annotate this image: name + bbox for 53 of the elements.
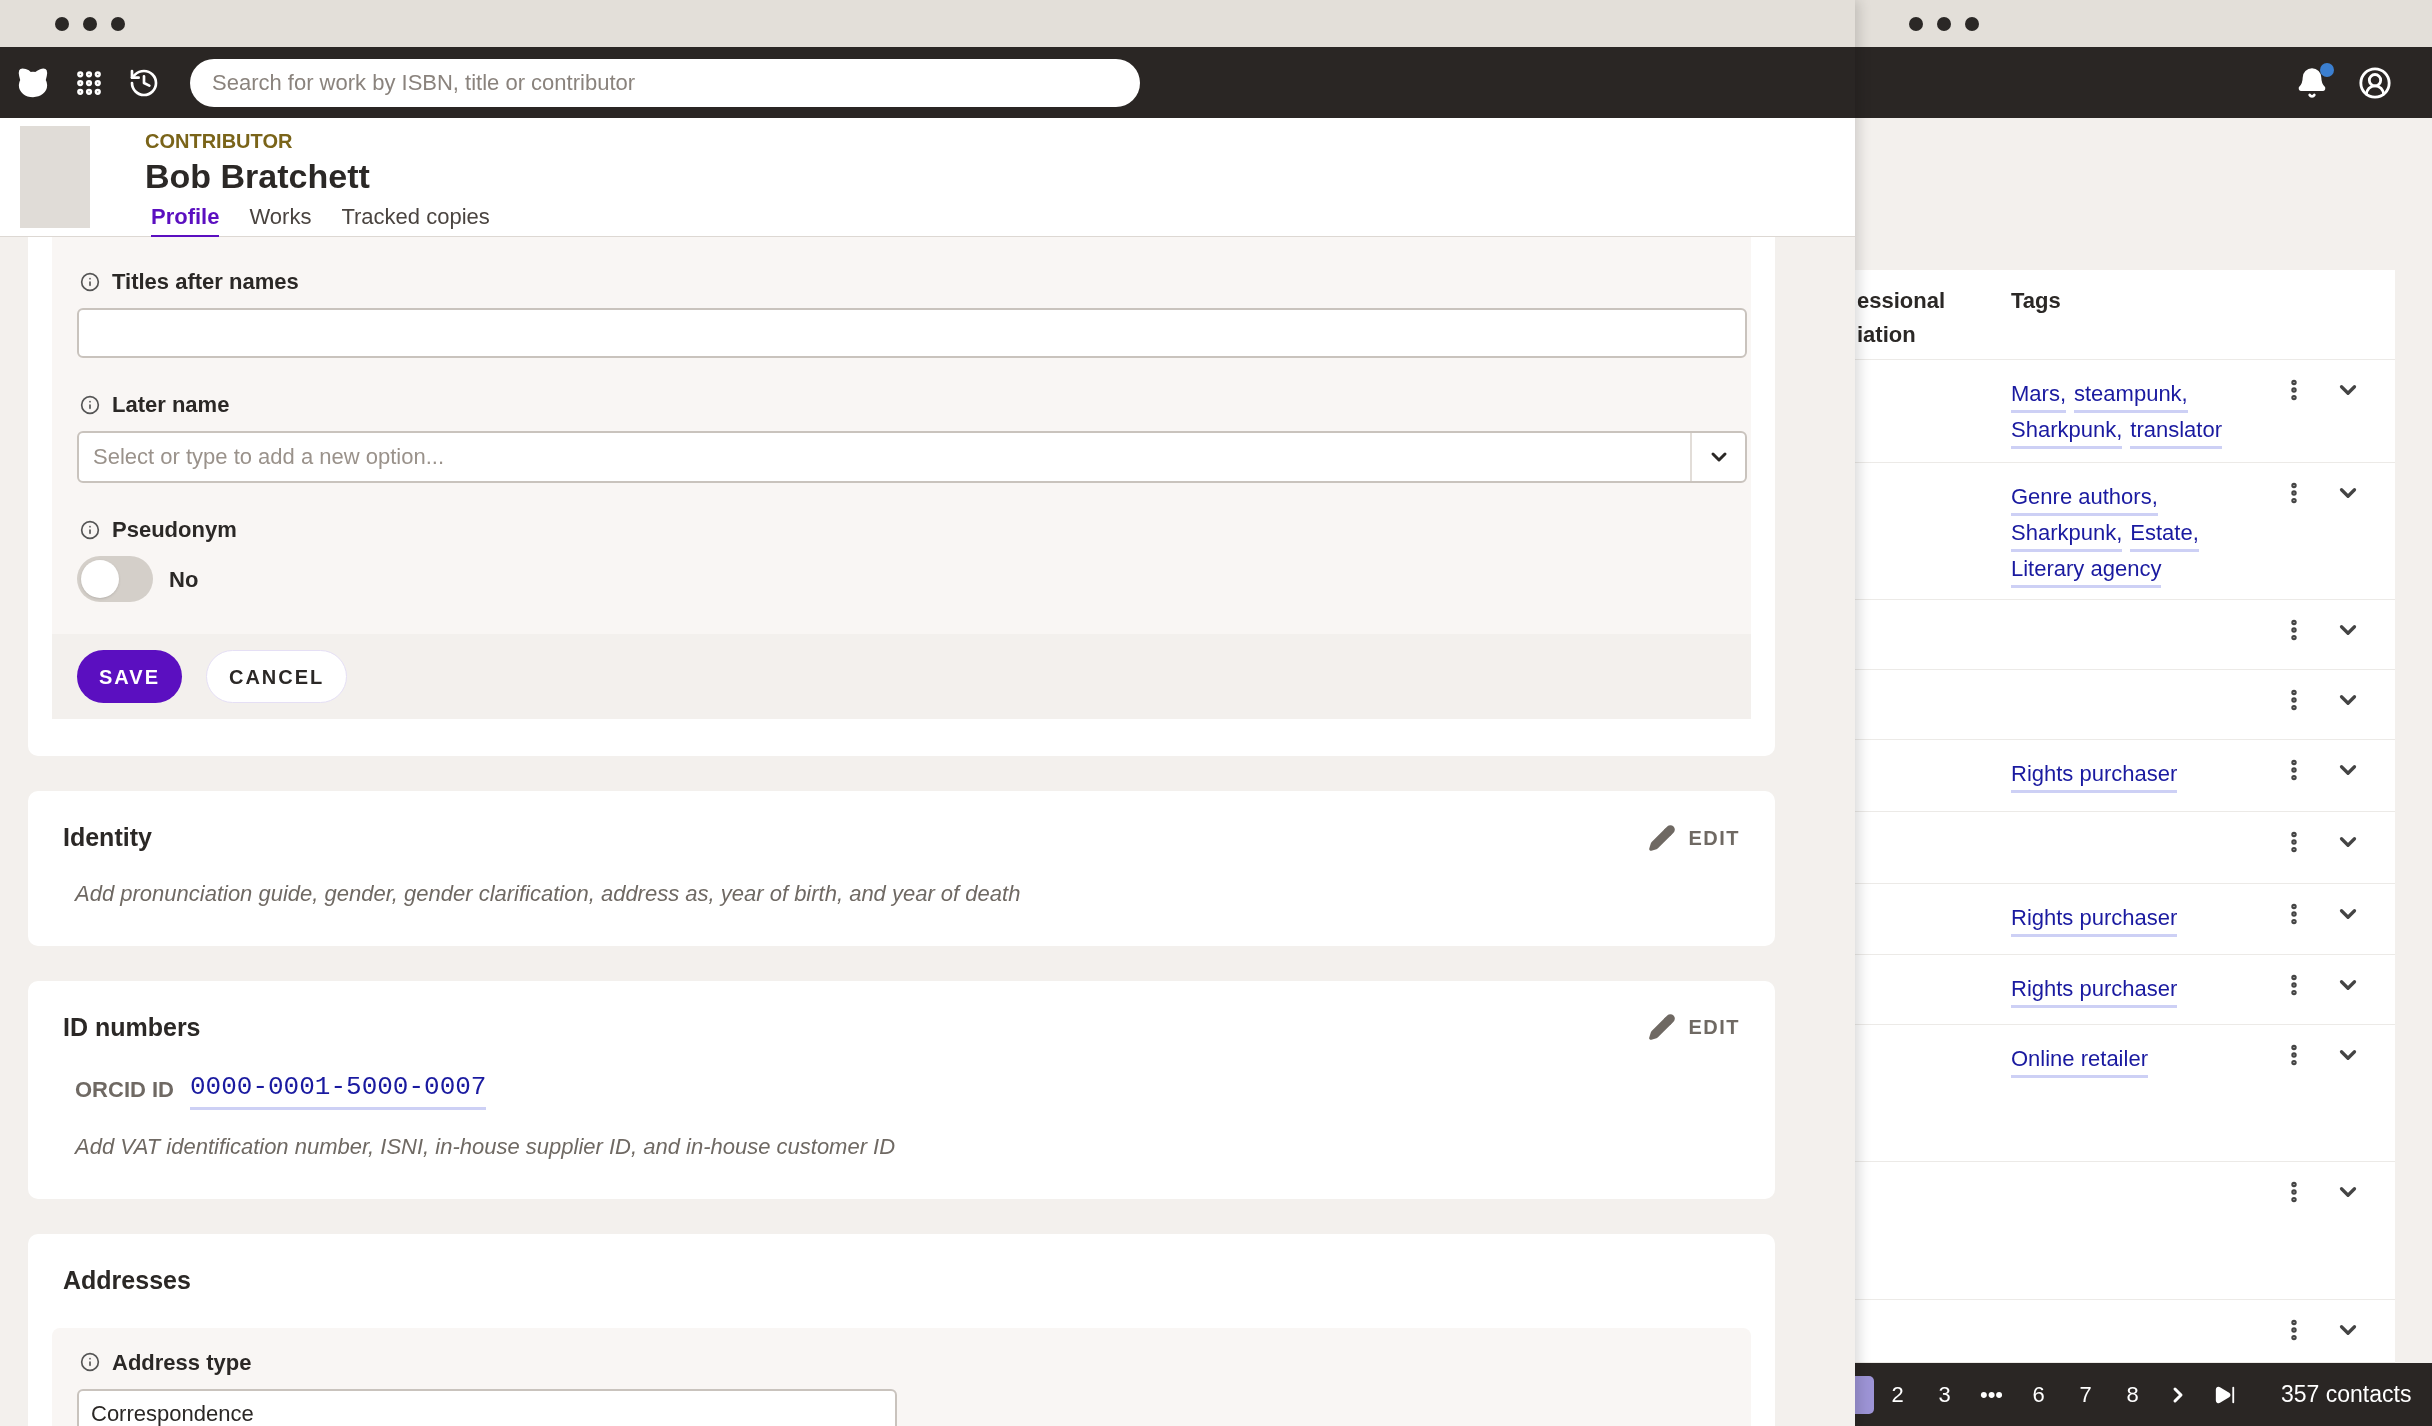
page-link[interactable]: 8 — [2109, 1378, 2156, 1411]
tab[interactable]: Tracked copies — [341, 200, 490, 239]
save-button[interactable]: SAVE — [77, 650, 182, 703]
page-link[interactable]: ••• — [1968, 1378, 2015, 1411]
edit-button[interactable]: EDIT — [1648, 822, 1740, 853]
contacts-count: 357 contacts — [2281, 1380, 2412, 1410]
tag-link[interactable]: steampunk, — [2074, 377, 2188, 413]
tag-link[interactable]: Rights purchaser — [2011, 901, 2178, 937]
info-icon[interactable] — [80, 1352, 100, 1372]
section-hint: Add pronunciation guide, gender, gender clarification, address as, year of birth, and year of death — [75, 879, 1022, 908]
column-header: essional iation — [1856, 287, 1947, 349]
field-label: Address type — [112, 1348, 252, 1377]
search-field[interactable]: Search for work by ISBN, title or contributor — [190, 58, 1140, 107]
tag-link[interactable]: Sharkpunk, — [2011, 413, 2123, 449]
field-label: Pseudonym — [112, 516, 237, 544]
tag-link[interactable]: Estate, — [2130, 516, 2199, 552]
tab[interactable]: Works — [249, 200, 312, 239]
tag-link[interactable]: Rights purchaser — [2011, 972, 2178, 1008]
toggle-switch[interactable] — [77, 556, 153, 602]
tag-link[interactable]: Genre authors, — [2011, 480, 2158, 516]
section-hint: Add VAT identification number, ISNI, in-house supplier ID, and in-house customer ID — [75, 1133, 897, 1161]
info-icon[interactable] — [80, 519, 100, 540]
contributor-name: Bob Bratchett — [145, 156, 371, 197]
info-icon[interactable] — [80, 394, 100, 415]
page-link[interactable]: 7 — [2062, 1378, 2109, 1411]
tag-link[interactable]: Sharkpunk, — [2011, 516, 2123, 552]
tag-link[interactable]: Online retailer — [2011, 1042, 2148, 1078]
page-link[interactable]: 6 — [2015, 1378, 2062, 1411]
user-account-icon[interactable] — [2358, 65, 2392, 100]
entity-kind-label: CONTRIBUTOR — [145, 129, 294, 154]
text-field[interactable]: Correspondence — [77, 1388, 897, 1426]
orcid-link[interactable]: 0000-0001-5000-0007 — [190, 1068, 487, 1110]
section-title: ID numbers — [63, 1011, 201, 1043]
info-icon[interactable] — [80, 271, 100, 292]
tag-link[interactable]: Rights purchaser — [2011, 757, 2178, 793]
page-link[interactable]: 3 — [1921, 1378, 1968, 1411]
pencil-icon — [1648, 823, 1677, 852]
tag-link[interactable]: translator — [2130, 413, 2222, 449]
edit-button[interactable]: EDIT — [1648, 1012, 1740, 1043]
field-label: Titles after names — [112, 268, 299, 296]
id-label: ORCID ID — [75, 1075, 174, 1104]
tag-link[interactable]: Mars, — [2011, 377, 2066, 413]
section-title: Addresses — [63, 1265, 191, 1296]
column-header: Tags — [2011, 287, 2061, 315]
notification-bell-icon[interactable] — [2296, 66, 2328, 99]
text-field[interactable] — [77, 308, 1747, 358]
pencil-icon — [1648, 1013, 1677, 1042]
cancel-button[interactable]: CANCEL — [206, 650, 348, 703]
tag-link[interactable]: Literary agency — [2011, 552, 2162, 588]
section-title: Identity — [63, 822, 152, 853]
page-link[interactable]: 2 — [1874, 1378, 1921, 1411]
field-label: Later name — [112, 391, 230, 419]
toggle-state-label: No — [169, 565, 199, 594]
